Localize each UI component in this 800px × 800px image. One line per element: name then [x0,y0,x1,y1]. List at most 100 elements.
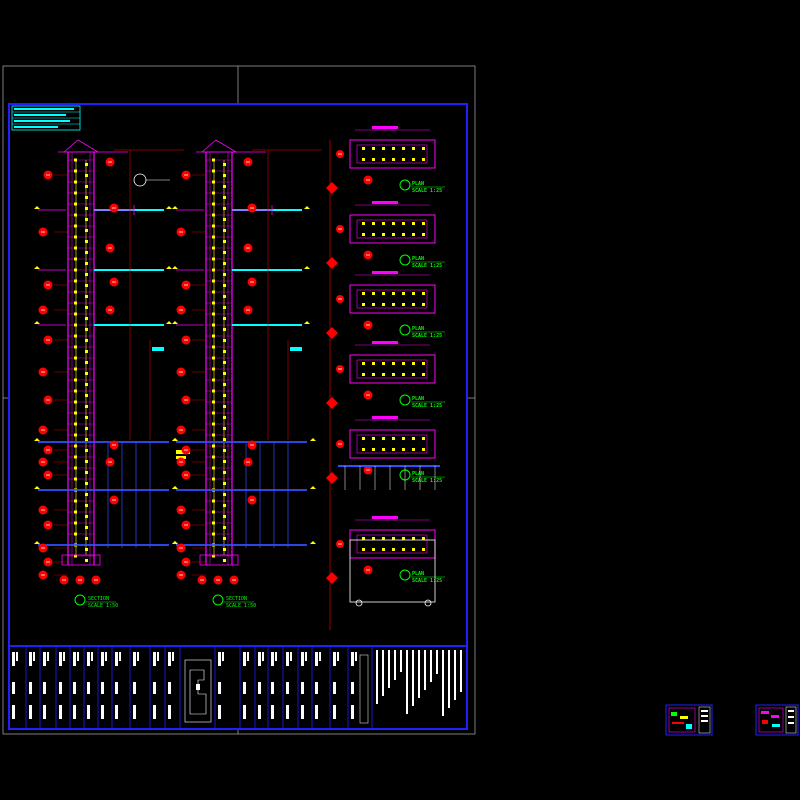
rebar-node [74,477,77,481]
rebar-node [74,521,77,525]
plan-rebar [382,437,385,440]
plan-rebar [382,147,385,150]
rebar-node [223,515,226,518]
rebar-node [85,482,88,485]
titleblock-text [315,705,318,719]
plan-rebar [382,548,385,551]
titleblock-text [258,705,261,719]
rebar-node [212,345,215,349]
plan-dimension-text [372,126,398,129]
plan-rebar [372,362,375,365]
rebar-node [223,207,226,210]
dimension-tag [152,347,164,351]
title-block [8,646,468,729]
titleblock-text [105,652,107,661]
titleblock-text [59,705,62,719]
rebar-node [85,416,88,419]
plan-scale-text: SCALE 1:25 [412,333,442,339]
plan-corner [424,599,432,607]
rebar-node [212,532,215,536]
plan-outline [349,284,436,314]
titleblock-text [133,705,136,719]
plan-rebar [412,303,415,306]
rebar-node [223,339,226,342]
rebar-node [212,356,215,360]
general-notes-text [436,650,438,674]
plan-outline [349,354,436,384]
section-a [34,139,190,585]
plan-rebar [372,537,375,540]
titleblock-text [77,652,79,661]
plan-rebar [372,292,375,295]
rebar-node [85,306,88,309]
rebar-node [85,460,88,463]
rebar-node [212,389,215,393]
rebar-node [74,213,77,217]
rebar-node [74,191,77,195]
rebar-node [85,383,88,386]
titleblock-text [115,652,118,666]
titleblock-text [101,682,104,694]
plan-rebar [422,303,425,306]
plan-rebar [412,292,415,295]
rebar-node [223,526,226,529]
floor-level-marker [172,486,178,489]
plan-rebar [382,373,385,376]
rebar-node [212,169,215,173]
plan-rebar [422,233,425,236]
titleblock-text [157,652,159,661]
titleblock-text [333,652,336,666]
titleblock-text [16,652,18,661]
rebar-node [212,466,215,470]
titleblock-text [115,705,118,719]
floor-level-marker [34,438,40,441]
plan-rebar [402,448,405,451]
titleblock-text [301,652,304,666]
rebar-node [212,246,215,250]
plan-rebar [372,448,375,451]
rebar-node [223,251,226,254]
titleblock-text [333,682,336,694]
plan-rebar [362,373,365,376]
titleblock-text [153,652,156,666]
rebar-node [85,526,88,529]
titleblock-text [286,705,289,719]
plan-title-circle [399,569,411,581]
rebar-node [74,444,77,448]
plan-title-circle [399,254,411,266]
rebar-node [85,163,88,166]
titleblock-text [271,682,274,694]
rebar-node [223,218,226,221]
plan-dimension-text [372,201,398,204]
plan-dimension-text [372,516,398,519]
floor-level-marker [310,541,316,544]
rebar-node [74,246,77,250]
plan-rebar [412,437,415,440]
section-b-title-text: SECTION [226,596,247,602]
rebar-node [212,422,215,426]
floor-level-marker [172,438,178,441]
thumbnail-sheet-2[interactable] [755,704,799,736]
cad-drawing-canvas[interactable]: PLANSCALE 1:25PLANSCALE 1:25PLANSCALE 1:… [0,0,800,800]
plan-rebar [392,158,395,161]
thumbnail-sheet-1[interactable] [665,704,713,736]
rebar-node [223,405,226,408]
rebar-node [212,499,215,503]
plan-rebar [402,158,405,161]
rebar-node [85,405,88,408]
rebar-node [212,433,215,437]
plan-rebar [362,303,365,306]
rebar-node [85,251,88,254]
rebar-node [212,444,215,448]
rebar-node [85,427,88,430]
titleblock-text [29,705,32,719]
plan-rebar [402,292,405,295]
floor-level-marker [34,541,40,544]
titleblock-text [133,682,136,694]
plan-rebar [372,437,375,440]
plan-rebar [402,548,405,551]
rebar-node [74,290,77,294]
rebar-node [212,367,215,371]
plan-rebar [402,373,405,376]
titleblock-text [168,652,171,666]
